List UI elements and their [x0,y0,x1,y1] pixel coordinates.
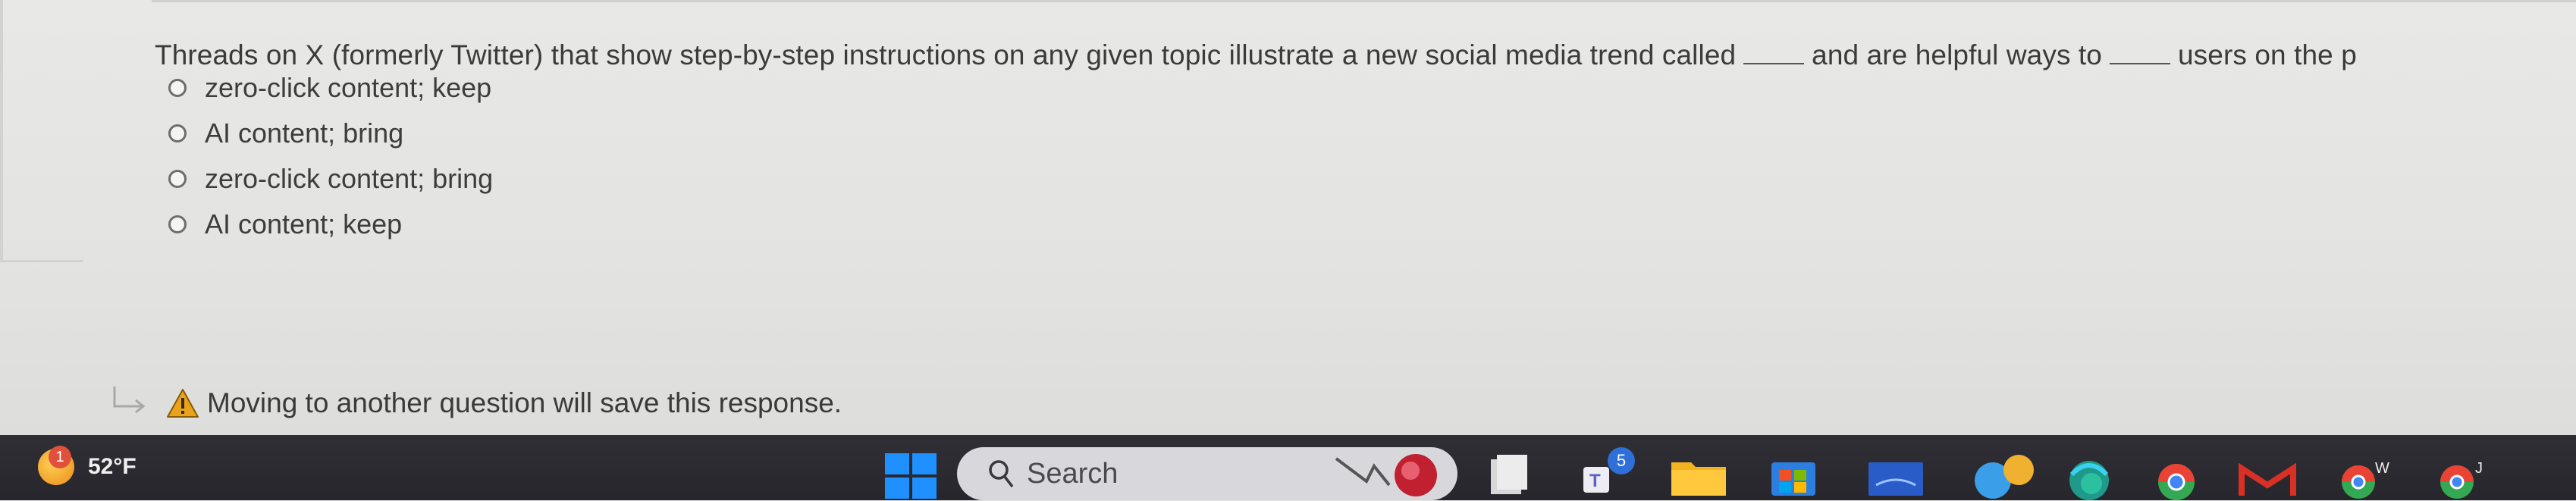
left-divider-foot [0,260,83,262]
radio-button[interactable] [168,170,187,188]
teams-app[interactable]: T 5 [1577,447,1635,500]
chrome-icon[interactable] [2150,452,2203,500]
blank-1 [1743,42,1805,64]
top-divider [152,0,2576,2]
warning-icon [167,389,199,418]
question-part-3: users on the p [2178,39,2357,70]
option-label: AI content; keep [205,208,403,240]
weather-widget[interactable]: 1 52°F [38,446,136,485]
edge-icon[interactable] [2063,452,2116,500]
search-icon [989,460,1014,488]
blank-2 [2110,42,2170,64]
quiz-panel: Threads on X (formerly Twitter) that sho… [0,0,2576,435]
option-2[interactable]: AI content; bring [168,111,493,156]
question-part-2: and are helpful ways to [1812,39,2102,70]
left-divider [0,0,3,261]
answer-options: zero-click content; keep AI content; bri… [168,65,493,247]
store-icon[interactable] [1767,452,1820,497]
search-label: Search [1027,457,1119,490]
return-arrow-icon [113,387,146,414]
start-button[interactable] [883,452,938,500]
chat-icon[interactable] [1972,452,2040,500]
taskbar: 1 52°F Search T 5 W J [0,435,2576,500]
svg-text:T: T [1589,471,1601,491]
radio-button[interactable] [168,124,187,142]
radio-button[interactable] [168,79,187,97]
svg-text:J: J [2475,460,2483,477]
option-3[interactable]: zero-click content; bring [168,156,493,202]
gmail-icon[interactable] [2237,452,2298,500]
file-explorer-icon[interactable] [1668,452,1729,497]
taskbar-search[interactable]: Search [957,447,1457,500]
weather-temperature: 52°F [88,454,136,479]
option-label: AI content; bring [205,117,404,149]
chrome-profile-w-icon[interactable]: W [2336,452,2396,500]
svg-text:W: W [2375,460,2389,477]
option-label: zero-click content; keep [205,72,492,103]
teams-badge: 5 [1608,447,1635,474]
task-view-icon[interactable] [1486,452,1532,497]
option-label: zero-click content; bring [205,163,494,194]
weather-sun-icon: 1 [38,446,74,485]
mcafee-icon[interactable] [1865,452,1926,497]
option-1[interactable]: zero-click content; keep [168,65,493,111]
chrome-profile-j-icon[interactable]: J [2434,452,2495,500]
search-highlight-icon [1335,454,1437,496]
notice-text: Moving to another question will save thi… [207,387,842,418]
option-4[interactable]: AI content; keep [168,202,493,247]
save-notice: Moving to another question will save thi… [110,385,842,421]
weather-badge: 1 [49,446,71,468]
radio-button[interactable] [168,215,187,233]
